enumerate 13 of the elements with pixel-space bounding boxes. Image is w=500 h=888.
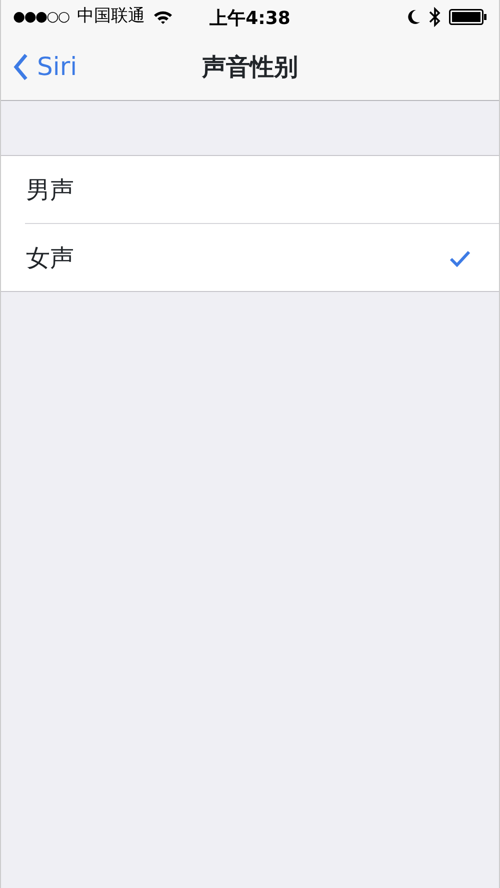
back-button[interactable]: Siri bbox=[1, 34, 78, 100]
moon-icon bbox=[407, 9, 421, 25]
status-time: 上午4:38 bbox=[210, 8, 290, 29]
bluetooth-icon bbox=[429, 7, 441, 27]
chevron-left-icon bbox=[13, 53, 29, 81]
checkmark-icon bbox=[449, 248, 471, 266]
option-row[interactable]: 男声 bbox=[1, 156, 499, 223]
carrier-name: 中国联通 bbox=[77, 5, 146, 28]
wifi-icon bbox=[153, 10, 174, 24]
page-title: 声音性别 bbox=[202, 52, 298, 83]
option-row[interactable]: 女声 bbox=[25, 224, 499, 291]
battery-icon bbox=[449, 9, 487, 25]
signal-strength: ●●●○○ bbox=[13, 8, 70, 26]
